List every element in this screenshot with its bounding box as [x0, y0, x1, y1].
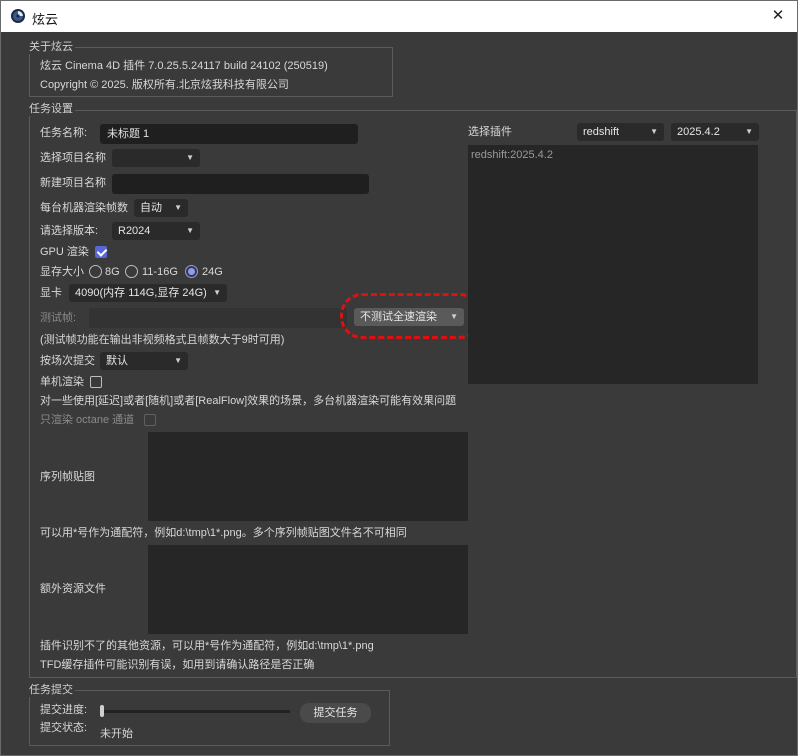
vram-radio-11-16g[interactable] — [125, 265, 138, 278]
select-project-label: 选择项目名称 — [40, 152, 106, 164]
chevron-down-icon: ▼ — [174, 356, 182, 365]
chevron-down-icon: ▼ — [174, 203, 182, 212]
tfd-cache-note: TFD缓存插件可能识别有误，如用到请确认路径是否正确 — [40, 659, 315, 671]
task-name-input[interactable]: 未标题 1 — [100, 124, 358, 144]
version-label: 请选择版本: — [40, 225, 99, 237]
sequence-texture-label: 序列帧贴图 — [40, 471, 95, 483]
multi-machine-warning: 对一些使用[延迟]或者[随机]或者[RealFlow]效果的场景，多台机器渲染可… — [40, 395, 457, 407]
extra-resource-note: 插件识别不了的其他资源，可以用*号作为通配符，例如d:\tmp\1*.png — [40, 640, 374, 652]
frames-per-machine-label: 每台机器渲染帧数 — [40, 202, 128, 214]
main-window: 炫云 ✕ 关于炫云 炫云 Cinema 4D 插件 7.0.25.5.24117… — [0, 0, 798, 756]
progress-track — [100, 710, 290, 713]
chevron-down-icon: ▼ — [186, 226, 194, 235]
vram-option-24g: 24G — [202, 266, 223, 278]
test-frame-label: 测试帧: — [40, 312, 77, 324]
status-value: 未开始 — [100, 728, 133, 740]
version-dropdown[interactable]: R2024 ▼ — [112, 222, 200, 240]
close-icon[interactable]: ✕ — [767, 6, 789, 26]
octane-only-checkbox[interactable] — [144, 414, 156, 426]
chevron-down-icon: ▼ — [213, 288, 221, 297]
test-mode-highlight — [340, 293, 482, 339]
task-settings-legend: 任务设置 — [27, 103, 75, 116]
sequence-texture-note: 可以用*号作为通配符，例如d:\tmp\1*.png。多个序列帧贴图文件名不可相… — [40, 527, 407, 539]
new-project-input[interactable] — [112, 174, 369, 194]
test-frame-note: (测试帧功能在输出非视频格式且帧数大于9时可用) — [40, 334, 285, 346]
select-project-dropdown[interactable]: ▼ — [112, 149, 200, 167]
list-item[interactable]: redshift:2025.4.2 — [471, 148, 553, 162]
extra-resource-textarea[interactable] — [148, 545, 468, 634]
single-render-label: 单机渲染 — [40, 376, 84, 388]
vram-radio-24g[interactable] — [185, 265, 198, 278]
status-label: 提交状态: — [40, 722, 88, 734]
gpu-render-label: GPU 渲染 — [40, 246, 89, 258]
sequence-texture-textarea[interactable] — [148, 432, 468, 521]
single-render-checkbox[interactable] — [90, 376, 102, 388]
chevron-down-icon: ▼ — [186, 153, 194, 162]
plugin-dropdown[interactable]: redshift ▼ — [577, 123, 664, 141]
cinema4d-logo-icon — [11, 9, 25, 23]
task-name-label: 任务名称: — [40, 127, 88, 139]
about-legend: 关于炫云 — [27, 41, 75, 54]
progress-label: 提交进度: — [40, 704, 88, 716]
copyright-line: Copyright © 2025. 版权所有.北京炫我科技有限公司 — [40, 79, 289, 91]
submit-by-dropdown[interactable]: 默认 ▼ — [100, 352, 188, 370]
submit-legend: 任务提交 — [27, 684, 75, 697]
octane-only-label: 只渲染 octane 通道 — [40, 414, 135, 426]
submit-by-label: 按场次提交 — [40, 355, 95, 367]
plugin-list[interactable]: redshift:2025.4.2 — [468, 145, 758, 384]
chevron-down-icon: ▼ — [745, 127, 753, 136]
gpu-card-label: 显卡 — [40, 287, 62, 299]
vram-label: 显存大小 — [40, 266, 84, 278]
vram-radio-8g[interactable] — [89, 265, 102, 278]
gpu-card-dropdown[interactable]: 4090(内存 114G,显存 24G) ▼ — [69, 284, 227, 302]
new-project-label: 新建项目名称 — [40, 177, 106, 189]
window-title: 炫云 — [32, 12, 59, 27]
plugin-version-dropdown[interactable]: 2025.4.2 ▼ — [671, 123, 759, 141]
frames-per-machine-dropdown[interactable]: 自动 ▼ — [134, 199, 188, 217]
extra-resource-label: 额外资源文件 — [40, 583, 106, 595]
vram-option-11-16g: 11-16G — [142, 266, 178, 278]
gpu-render-checkbox[interactable] — [95, 246, 107, 258]
version-line: 炫云 Cinema 4D 插件 7.0.25.5.24117 build 241… — [40, 60, 328, 72]
title-bar: 炫云 ✕ — [1, 1, 797, 32]
submit-task-button[interactable]: 提交任务 — [300, 703, 371, 723]
vram-option-8g: 8G — [105, 266, 120, 278]
plugin-label: 选择插件 — [468, 126, 512, 138]
test-frame-input[interactable] — [89, 308, 347, 328]
progress-handle[interactable] — [100, 705, 104, 717]
chevron-down-icon: ▼ — [650, 127, 658, 136]
